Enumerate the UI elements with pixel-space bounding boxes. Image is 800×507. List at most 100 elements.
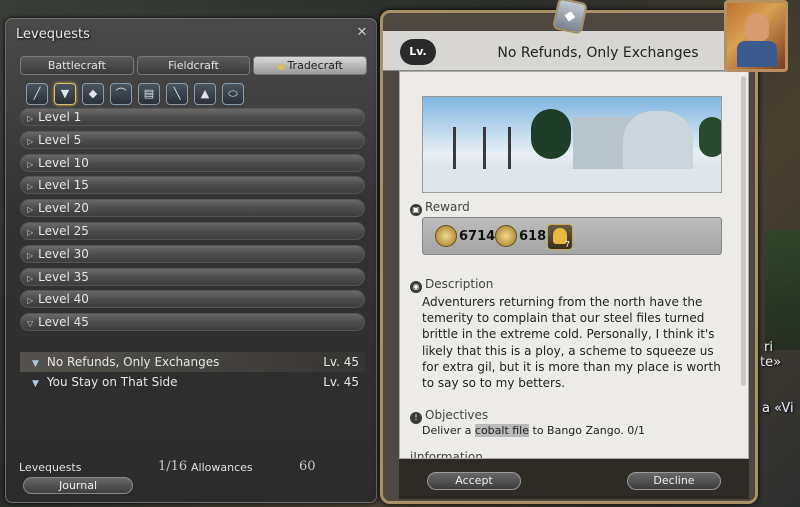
information-heading: iInformation xyxy=(410,450,510,458)
portrait-body xyxy=(737,41,777,67)
level-label: Level 1 xyxy=(38,110,82,124)
levequests-window: Levequests ✕ Battlecraft Fieldcraft ● Tra… xyxy=(5,18,377,503)
building xyxy=(623,111,693,176)
expand-arrow-icon: ▷ xyxy=(27,205,34,215)
reward-heading: ▣ Reward xyxy=(410,200,470,216)
goldsmith-icon[interactable]: ⌒ xyxy=(110,83,132,105)
exp-icon xyxy=(435,225,457,247)
npc-portrait xyxy=(724,0,788,72)
level-label: Level 15 xyxy=(38,178,89,193)
lamp-post xyxy=(453,127,456,169)
weaver-icon[interactable]: ╲ xyxy=(166,83,188,105)
exp-reward: 67146 xyxy=(435,225,504,249)
objectives-icon: ! xyxy=(410,412,422,424)
gil-value: 618 xyxy=(519,228,547,244)
description-heading: ◉ Description xyxy=(410,277,493,293)
expand-arrow-icon: ▷ xyxy=(27,114,34,123)
anvil-icon: ▼ xyxy=(32,379,39,389)
class-filter-bar: ╱ ▼ ◆ ⌒ ▤ ╲ ▲ ⬭ xyxy=(26,83,244,105)
close-icon[interactable]: ✕ xyxy=(354,25,370,41)
item-reward[interactable]: 7 xyxy=(547,224,573,250)
level-group[interactable]: ▷ Level 20 xyxy=(20,199,365,218)
level-group[interactable]: ▷ Level 40 xyxy=(20,290,365,309)
expand-arrow-icon: ▷ xyxy=(27,250,34,260)
level-group-expanded[interactable]: ▽ Level 45 xyxy=(20,313,365,332)
list-item[interactable]: ▼ No Refunds, Only Exchanges Lv. 45 xyxy=(20,352,365,372)
tab-tradecraft[interactable]: ● Tradecraft xyxy=(253,56,368,75)
level-group[interactable]: ▷ Level 30 xyxy=(20,244,365,263)
accept-button[interactable]: Accept xyxy=(427,472,521,490)
quest-name: You Stay on That Side xyxy=(46,375,178,389)
objective-item[interactable]: cobalt file xyxy=(474,424,530,437)
alchemist-icon[interactable]: ▲ xyxy=(194,83,216,105)
tab-label: Battlecraft xyxy=(47,59,106,72)
reward-icon: ▣ xyxy=(410,204,422,216)
level-label: Level 20 xyxy=(38,201,89,216)
decline-button[interactable]: Decline xyxy=(627,472,721,490)
expand-arrow-icon: ▷ xyxy=(27,159,34,169)
level-label: Level 30 xyxy=(38,246,89,261)
active-dot-icon: ● xyxy=(277,62,285,71)
location-image xyxy=(422,96,722,193)
anvil-icon: ▼ xyxy=(32,359,39,369)
quest-list: ▼ No Refunds, Only Exchanges Lv. 45 ▼ You … xyxy=(20,352,365,392)
levequests-count: 1/16 xyxy=(158,459,188,474)
level-label: Level 25 xyxy=(38,223,89,238)
objectives-heading: ! Objectives xyxy=(410,408,488,424)
leve-title: No Refunds, Only Exchanges xyxy=(497,45,699,61)
background-label: a «Vi xyxy=(762,401,794,416)
leve-detail-window: Lv. 45 No Refunds, Only Exchanges ▣Rewar… xyxy=(380,10,758,504)
level-label: Level 5 xyxy=(38,132,82,147)
expand-arrow-icon: ▷ xyxy=(27,136,34,146)
tab-label: Tradecraft xyxy=(287,59,343,72)
carpenter-icon[interactable]: ╱ xyxy=(26,83,48,105)
item-quantity: 7 xyxy=(564,240,570,249)
level-list: ▷ Level 1 ▷ Level 5 ▷ Level 10 ▷ Level 15 ▷ L… xyxy=(20,108,365,336)
background-label: te» xyxy=(760,355,782,370)
level-group[interactable]: ▷ Level 25 xyxy=(20,221,365,240)
expand-arrow-icon: ▷ xyxy=(27,227,34,237)
background-label: ri xyxy=(764,340,773,355)
journal-button[interactable]: Journal xyxy=(23,477,133,494)
level-label: Level 35 xyxy=(38,269,89,284)
level-badge: Lv. 45 xyxy=(400,39,436,84)
level-group[interactable]: ▷ Level 15 xyxy=(20,176,365,195)
gil-reward: 618 xyxy=(495,225,546,249)
culinarian-icon[interactable]: ⬭ xyxy=(222,83,244,105)
level-group[interactable]: ▷ Level 35 xyxy=(20,267,365,286)
level-label: Level 10 xyxy=(38,155,89,170)
tab-battlecraft[interactable]: Battlecraft xyxy=(20,56,134,75)
level-label: Level 40 xyxy=(38,292,89,307)
blacksmith-icon[interactable]: ▼ xyxy=(54,83,76,105)
tab-fieldcraft[interactable]: Fieldcraft xyxy=(136,56,251,75)
expand-arrow-icon: ▷ xyxy=(27,273,34,283)
background-scenery xyxy=(765,230,800,350)
ground xyxy=(423,169,721,192)
armorer-icon[interactable]: ◆ xyxy=(82,83,104,105)
level-group[interactable]: ▷ Level 10 xyxy=(20,153,365,172)
description-text: Adventurers returning from the north hav… xyxy=(422,295,721,391)
window-title: Levequests xyxy=(16,27,90,42)
reward-box: 67146 618 7 xyxy=(422,217,722,255)
tree xyxy=(699,117,721,157)
description-icon: ◉ xyxy=(410,281,422,293)
allowances-label: Allowances xyxy=(191,461,253,474)
leatherworker-icon[interactable]: ▤ xyxy=(138,83,160,105)
quest-level: Lv. 45 xyxy=(323,375,359,389)
tab-label: Fieldcraft xyxy=(168,59,219,72)
level-group[interactable]: ▷ Level 5 xyxy=(20,130,365,149)
tree xyxy=(531,109,571,159)
gil-icon xyxy=(495,225,517,247)
quest-level: Lv. 45 xyxy=(323,355,359,369)
quest-name: No Refunds, Only Exchanges xyxy=(46,355,220,369)
list-item[interactable]: ▼ You Stay on That Side Lv. 45 xyxy=(20,372,365,392)
category-tabs: Battlecraft Fieldcraft ● Tradecraft xyxy=(20,56,370,76)
lamp-post xyxy=(508,127,511,169)
objective-text: Deliver a cobalt file to Bango Zango. 0/… xyxy=(422,424,645,437)
level-group[interactable]: ▷ Level 1 xyxy=(20,108,365,126)
scrollbar[interactable] xyxy=(741,76,746,386)
expand-arrow-icon: ▷ xyxy=(27,182,34,192)
levequests-label: Levequests xyxy=(19,461,82,474)
level-label: Level 45 xyxy=(38,315,89,330)
action-bar: Accept Decline xyxy=(399,459,749,499)
